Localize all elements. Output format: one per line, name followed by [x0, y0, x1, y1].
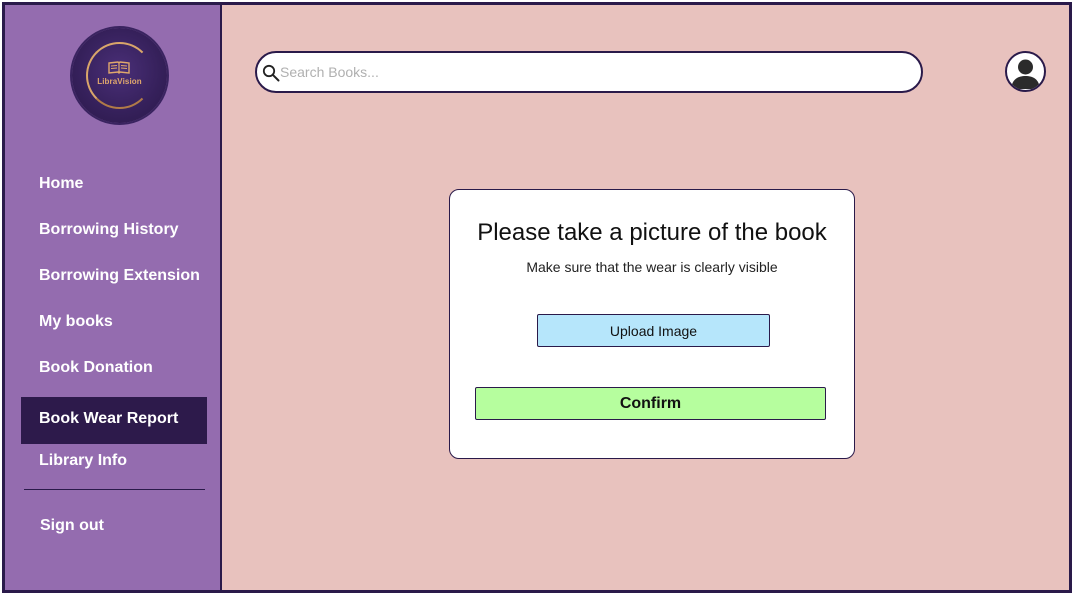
- sidebar-item-library-info[interactable]: Library Info: [21, 444, 207, 490]
- logo-ring: [86, 42, 153, 109]
- app-window: LibraVision Home Borrowing History Borro…: [2, 2, 1072, 593]
- search-icon[interactable]: [262, 64, 280, 82]
- search-input[interactable]: [280, 62, 900, 82]
- wear-report-dialog: Please take a picture of the book Make s…: [449, 189, 855, 459]
- sidebar: LibraVision Home Borrowing History Borro…: [5, 5, 222, 590]
- app-logo[interactable]: LibraVision: [72, 28, 167, 123]
- sidebar-item-book-donation[interactable]: Book Donation: [21, 351, 207, 397]
- dialog-subtitle: Make sure that the wear is clearly visib…: [526, 259, 778, 275]
- sidebar-item-borrowing-history[interactable]: Borrowing History: [21, 213, 207, 259]
- confirm-button[interactable]: Confirm: [475, 387, 826, 420]
- sidebar-nav: Home Borrowing History Borrowing Extensi…: [21, 167, 207, 490]
- dialog-title: Please take a picture of the book: [477, 219, 827, 246]
- sidebar-item-book-wear-report[interactable]: Book Wear Report: [21, 397, 207, 444]
- user-avatar-icon: [1011, 59, 1040, 89]
- book-icon: [108, 61, 130, 74]
- sidebar-item-borrowing-extension[interactable]: Borrowing Extension: [21, 259, 207, 305]
- user-avatar[interactable]: [1005, 51, 1046, 92]
- sidebar-item-my-books[interactable]: My books: [21, 305, 207, 351]
- search-bar[interactable]: [255, 51, 923, 93]
- logo-text: LibraVision: [97, 77, 142, 86]
- sign-out-link[interactable]: Sign out: [40, 517, 104, 535]
- upload-image-button[interactable]: Upload Image: [537, 314, 770, 347]
- sidebar-divider: [24, 489, 205, 490]
- sidebar-item-home[interactable]: Home: [21, 167, 207, 213]
